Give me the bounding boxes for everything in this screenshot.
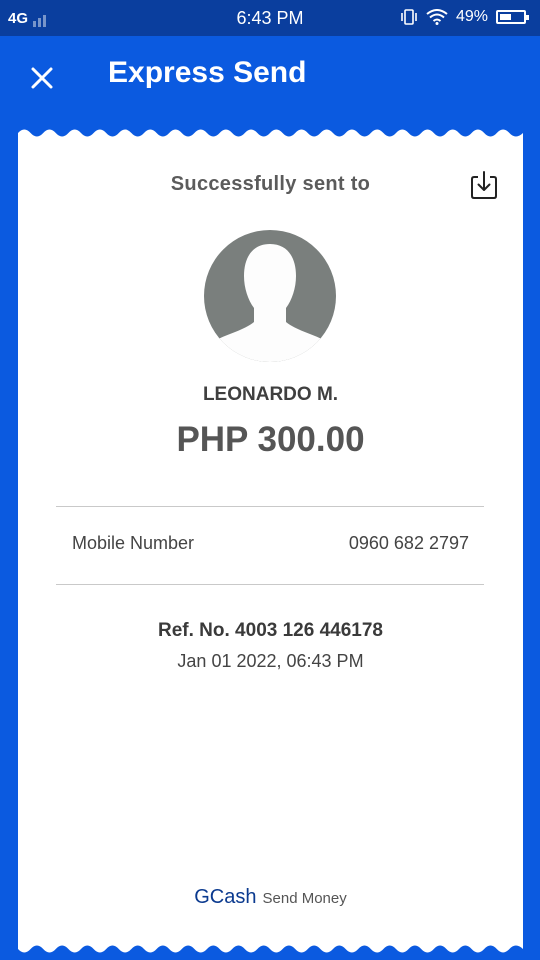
battery-percent: 49% (455, 8, 488, 25)
receipt-edge-top (18, 129, 523, 141)
close-button[interactable] (22, 58, 62, 98)
amount-sent: PHP 300.00 (176, 420, 365, 459)
receipt-edge-bottom (18, 941, 523, 953)
close-icon (31, 67, 53, 89)
page-title: Express Send (108, 56, 307, 89)
battery-icon (496, 10, 529, 24)
wifi-icon (426, 9, 448, 25)
receipt-card: Successfully sent to LEONARDO M. PHP 300… (18, 129, 523, 953)
brand-caption: Send Money (262, 890, 347, 907)
gcash-logo: GCash (194, 886, 257, 908)
status-bar: 4G 6:43 PM 49% (0, 0, 540, 36)
mobile-number-value: 0960 682 2797 (348, 533, 469, 553)
recipient-name: LEONARDO M. (202, 384, 339, 405)
brand-footer: GCash Send Money (18, 886, 523, 909)
status-right: 49% (400, 8, 529, 26)
vibrate-icon (401, 9, 417, 25)
avatar (204, 230, 336, 362)
divider (56, 506, 484, 507)
download-button[interactable] (469, 169, 499, 201)
divider (56, 584, 484, 585)
app-bar: Express Send (0, 36, 540, 120)
transaction-date: Jan 01 2022, 06:43 PM (177, 651, 364, 671)
reference-number: Ref. No. 4003 126 446178 (158, 620, 383, 641)
mobile-number-label: Mobile Number (72, 533, 195, 553)
download-icon (471, 171, 497, 199)
success-heading: Successfully sent to (170, 173, 371, 195)
